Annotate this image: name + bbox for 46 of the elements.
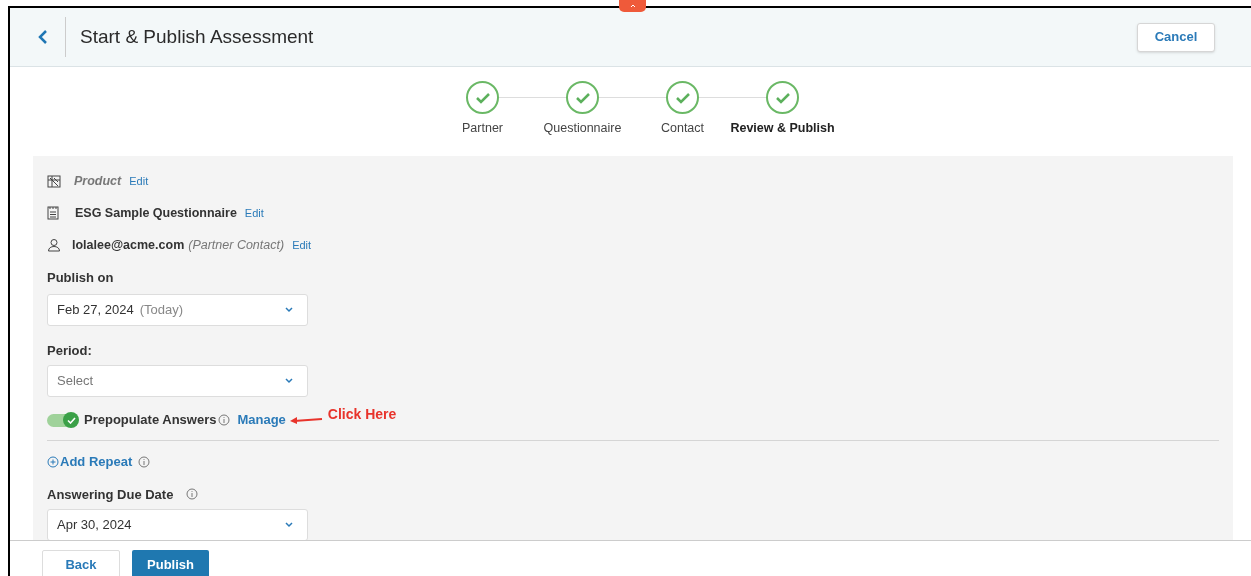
- manage-link[interactable]: Manage: [237, 410, 286, 430]
- summary-note: (Partner Contact): [188, 236, 285, 254]
- step-label[interactable]: Review & Publish: [730, 119, 835, 138]
- field-label: Period:: [47, 341, 93, 360]
- field-label: Answering Due Date: [47, 485, 174, 504]
- edit-link[interactable]: Edit: [292, 236, 312, 254]
- info-icon: [218, 414, 231, 426]
- summary-text: Product: [74, 172, 122, 190]
- check-icon: [774, 91, 791, 104]
- due-date-select[interactable]: Apr 30, 2024: [47, 509, 308, 540]
- chevron-down-icon: [284, 378, 294, 384]
- period-select[interactable]: Select: [47, 365, 308, 397]
- step-label[interactable]: Questionnaire: [543, 119, 622, 138]
- back-button[interactable]: Back: [42, 550, 120, 576]
- collapse-tab[interactable]: [619, 0, 646, 12]
- check-icon: [66, 416, 76, 424]
- back-button[interactable]: [38, 17, 66, 57]
- chevron-up-icon: [629, 4, 636, 8]
- step-label[interactable]: Partner: [462, 119, 503, 138]
- callout-text: Click Here: [327, 404, 397, 424]
- toggle-label: Prepopulate Answers: [84, 411, 217, 430]
- grid-icon: [47, 174, 61, 188]
- person-icon: [47, 238, 61, 252]
- step-label[interactable]: Contact: [660, 119, 705, 138]
- page-title: Start & Publish Assessment: [80, 24, 314, 49]
- publish-button[interactable]: Publish: [132, 550, 209, 576]
- plus-circle-icon: [47, 455, 59, 468]
- chevron-down-icon: [284, 522, 294, 528]
- summary-text: ESG Sample Questionnaire: [75, 204, 237, 222]
- info-icon: [138, 455, 151, 468]
- add-repeat-link[interactable]: Add Repeat: [47, 452, 133, 472]
- document-icon: [47, 206, 59, 220]
- check-icon: [574, 91, 591, 104]
- arrow-icon: [288, 416, 323, 424]
- summary-text: lolalee@acme.com: [72, 236, 185, 254]
- back-chevron-icon: [38, 29, 48, 45]
- check-icon: [674, 91, 691, 104]
- prepopulate-toggle[interactable]: [47, 413, 78, 427]
- edit-link[interactable]: Edit: [129, 172, 149, 190]
- cancel-button[interactable]: Cancel: [1137, 22, 1215, 52]
- edit-link[interactable]: Edit: [244, 204, 264, 222]
- field-label: Publish on: [47, 269, 115, 287]
- publish-date-select[interactable]: Feb 27, 2024 (Today): [47, 293, 308, 326]
- chevron-down-icon: [284, 306, 294, 313]
- info-icon: [186, 488, 199, 501]
- check-icon: [474, 91, 491, 104]
